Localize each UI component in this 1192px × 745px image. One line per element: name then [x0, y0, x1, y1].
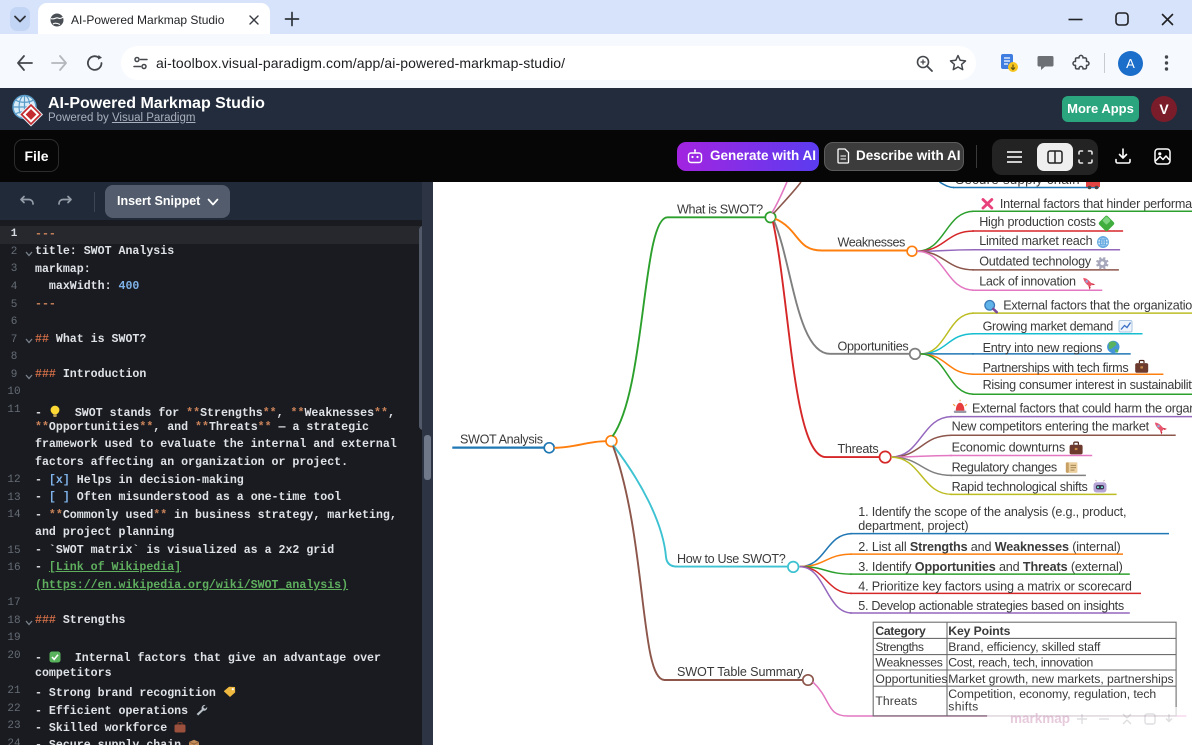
svg-text:External factors that the orga: External factors that the organization: [1003, 298, 1192, 312]
svg-text:Regulatory changes: Regulatory changes: [952, 460, 1057, 474]
svg-text:4. Prioritize key factors usin: 4. Prioritize key factors using a matrix…: [858, 580, 1132, 594]
svg-text:Rising consumer interest in su: Rising consumer interest in sustainabili…: [983, 378, 1192, 392]
svg-text:SWOT Table Summary: SWOT Table Summary: [677, 665, 804, 679]
svg-text:Opportunities: Opportunities: [875, 672, 947, 686]
svg-text:department, project): department, project): [858, 519, 968, 533]
svg-text:Secure supply chain: Secure supply chain: [955, 182, 1079, 187]
svg-text:Weaknesses: Weaknesses: [838, 236, 906, 250]
svg-text:Rapid technological shifts: Rapid technological shifts: [952, 480, 1088, 494]
svg-text:Threats: Threats: [838, 442, 879, 456]
svg-text:New competitors entering the m: New competitors entering the market: [952, 420, 1150, 434]
svg-text:3. Identify Opportunities and: 3. Identify Opportunities and Threats (e…: [858, 560, 1122, 574]
svg-text:What is SWOT?: What is SWOT?: [677, 202, 763, 216]
svg-text:shifts: shifts: [948, 699, 978, 713]
svg-text:How to Use SWOT?: How to Use SWOT?: [677, 552, 786, 566]
svg-text:Brand, efficiency, skilled sta: Brand, efficiency, skilled staff: [948, 640, 1101, 654]
svg-text:Limited market reach: Limited market reach: [979, 234, 1092, 248]
svg-text:5. Develop actionable strategi: 5. Develop actionable strategies based o…: [858, 599, 1124, 613]
svg-text:SWOT Analysis: SWOT Analysis: [460, 433, 543, 447]
svg-text:Competition, economy, regulati: Competition, economy, regulation, tech: [948, 687, 1156, 701]
svg-text:2. List all Strengths and Weak: 2. List all Strengths and Weaknesses (in…: [858, 540, 1120, 554]
svg-text:Growing market demand: Growing market demand: [983, 320, 1114, 334]
svg-text:Lack of innovation: Lack of innovation: [979, 275, 1076, 289]
svg-text:External factors that could ha: External factors that could harm the org…: [972, 402, 1192, 416]
svg-text:Key Points: Key Points: [948, 624, 1010, 638]
svg-text:Category: Category: [875, 624, 926, 638]
svg-text:Outdated technology: Outdated technology: [979, 254, 1092, 268]
svg-text:Opportunities: Opportunities: [838, 340, 909, 354]
svg-text:Partnerships with tech firms: Partnerships with tech firms: [983, 361, 1129, 375]
svg-text:Economic downturns: Economic downturns: [952, 440, 1065, 454]
svg-text:Weaknesses: Weaknesses: [875, 656, 942, 670]
svg-text:Cost, reach, tech, innovation: Cost, reach, tech, innovation: [948, 656, 1093, 670]
svg-text:Market growth, new markets, pa: Market growth, new markets, partnerships: [948, 672, 1173, 686]
svg-text:1. Identify the scope of the a: 1. Identify the scope of the analysis (e…: [858, 505, 1126, 519]
svg-text:Internal factors that hinder p: Internal factors that hinder performance: [1000, 197, 1192, 211]
svg-text:Entry into new regions: Entry into new regions: [983, 341, 1102, 355]
svg-text:Threats: Threats: [875, 694, 917, 708]
svg-text:Strengths: Strengths: [875, 640, 923, 654]
svg-text:High production costs: High production costs: [979, 215, 1095, 229]
